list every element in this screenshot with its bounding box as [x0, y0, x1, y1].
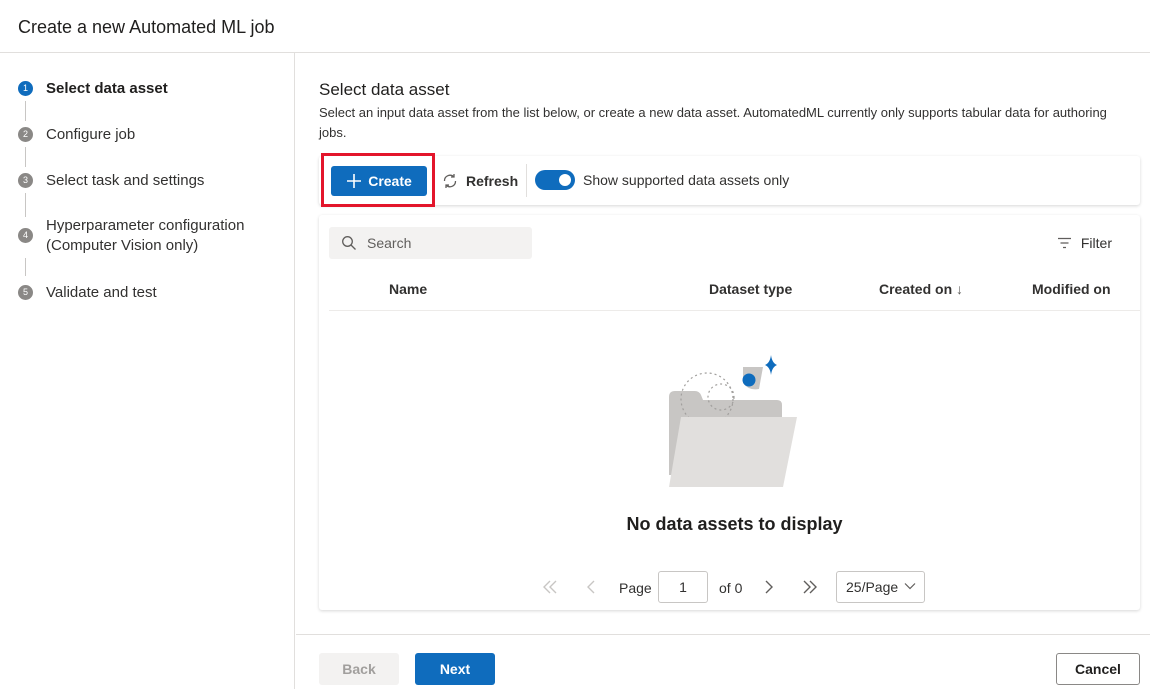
step-label: Validate and test — [46, 284, 157, 301]
step-label: Configure job — [46, 126, 136, 143]
toggle-label: Show supported data assets only — [583, 172, 790, 188]
step-number: 2 — [18, 127, 33, 142]
step-connector — [25, 258, 26, 276]
cancel-button[interactable]: Cancel — [1056, 653, 1140, 685]
toggle-knob — [559, 174, 571, 186]
column-header-modified-on[interactable]: Modified on — [1032, 281, 1111, 297]
step-connector — [25, 193, 26, 217]
step-number: 3 — [18, 173, 33, 188]
page-count-label: of 0 — [719, 580, 743, 596]
step-label-line2: (Computer Vision only) — [46, 237, 199, 254]
filter-label: Filter — [1080, 235, 1112, 251]
refresh-icon — [443, 174, 457, 188]
empty-state-message: No data assets to display — [626, 514, 843, 534]
wizard-footer: Back Next Cancel — [296, 634, 1150, 689]
step-number: 1 — [18, 81, 33, 96]
step-connector — [25, 101, 26, 121]
step-number: 4 — [18, 228, 33, 243]
main-content: Select data asset Select an input data a… — [296, 53, 1150, 634]
search-icon — [342, 236, 356, 250]
filter-button[interactable]: Filter — [1057, 235, 1112, 251]
column-header-name[interactable]: Name — [389, 281, 427, 297]
search-box[interactable] — [329, 227, 532, 259]
refresh-button-label: Refresh — [466, 173, 519, 189]
items-per-page-dropdown[interactable]: 25/Page — [836, 571, 925, 603]
column-header-created-on[interactable]: Created on ↓ — [879, 281, 963, 297]
step-number: 5 — [18, 285, 33, 300]
column-header-dataset-type[interactable]: Dataset type — [709, 281, 792, 297]
items-per-page-value: 25/Page — [846, 579, 899, 595]
previous-page-icon[interactable] — [585, 579, 597, 595]
step-label: Select task and settings — [46, 172, 205, 189]
next-button[interactable]: Next — [415, 653, 495, 685]
toolbar: Create Refresh Show supported data asset… — [319, 156, 1140, 205]
step-label: Select data asset — [46, 80, 168, 97]
empty-folder-illustration — [669, 355, 797, 487]
column-header-created-on-label: Created on — [879, 281, 953, 297]
toolbar-divider — [526, 164, 527, 197]
header-divider — [329, 310, 1140, 311]
filter-icon — [1057, 237, 1071, 249]
search-input[interactable] — [367, 227, 527, 259]
refresh-button[interactable]: Refresh — [441, 166, 518, 196]
data-asset-table: Filter Name Dataset type Created on ↓ Mo… — [319, 215, 1140, 610]
supported-assets-toggle[interactable] — [535, 170, 575, 190]
next-page-icon[interactable] — [763, 579, 775, 595]
page-header: Create a new Automated ML job — [0, 0, 1150, 53]
wizard-steps: 1 Select data asset 2 Configure job 3 Se… — [0, 53, 295, 689]
page-number-input[interactable]: 1 — [658, 571, 708, 603]
page-label: Page — [619, 580, 652, 596]
sort-descending-icon: ↓ — [956, 281, 964, 297]
section-title: Select data asset — [319, 80, 450, 99]
step-label-line1: Hyperparameter configuration — [46, 217, 245, 234]
last-page-icon[interactable] — [801, 579, 819, 595]
create-button-highlight — [321, 153, 435, 207]
chevron-down-icon — [904, 583, 916, 590]
section-description: Select an input data asset from the list… — [319, 105, 1107, 140]
step-connector — [25, 147, 26, 167]
back-button[interactable]: Back — [319, 653, 399, 685]
page-title: Create a new Automated ML job — [18, 17, 275, 37]
first-page-icon[interactable] — [541, 579, 559, 595]
